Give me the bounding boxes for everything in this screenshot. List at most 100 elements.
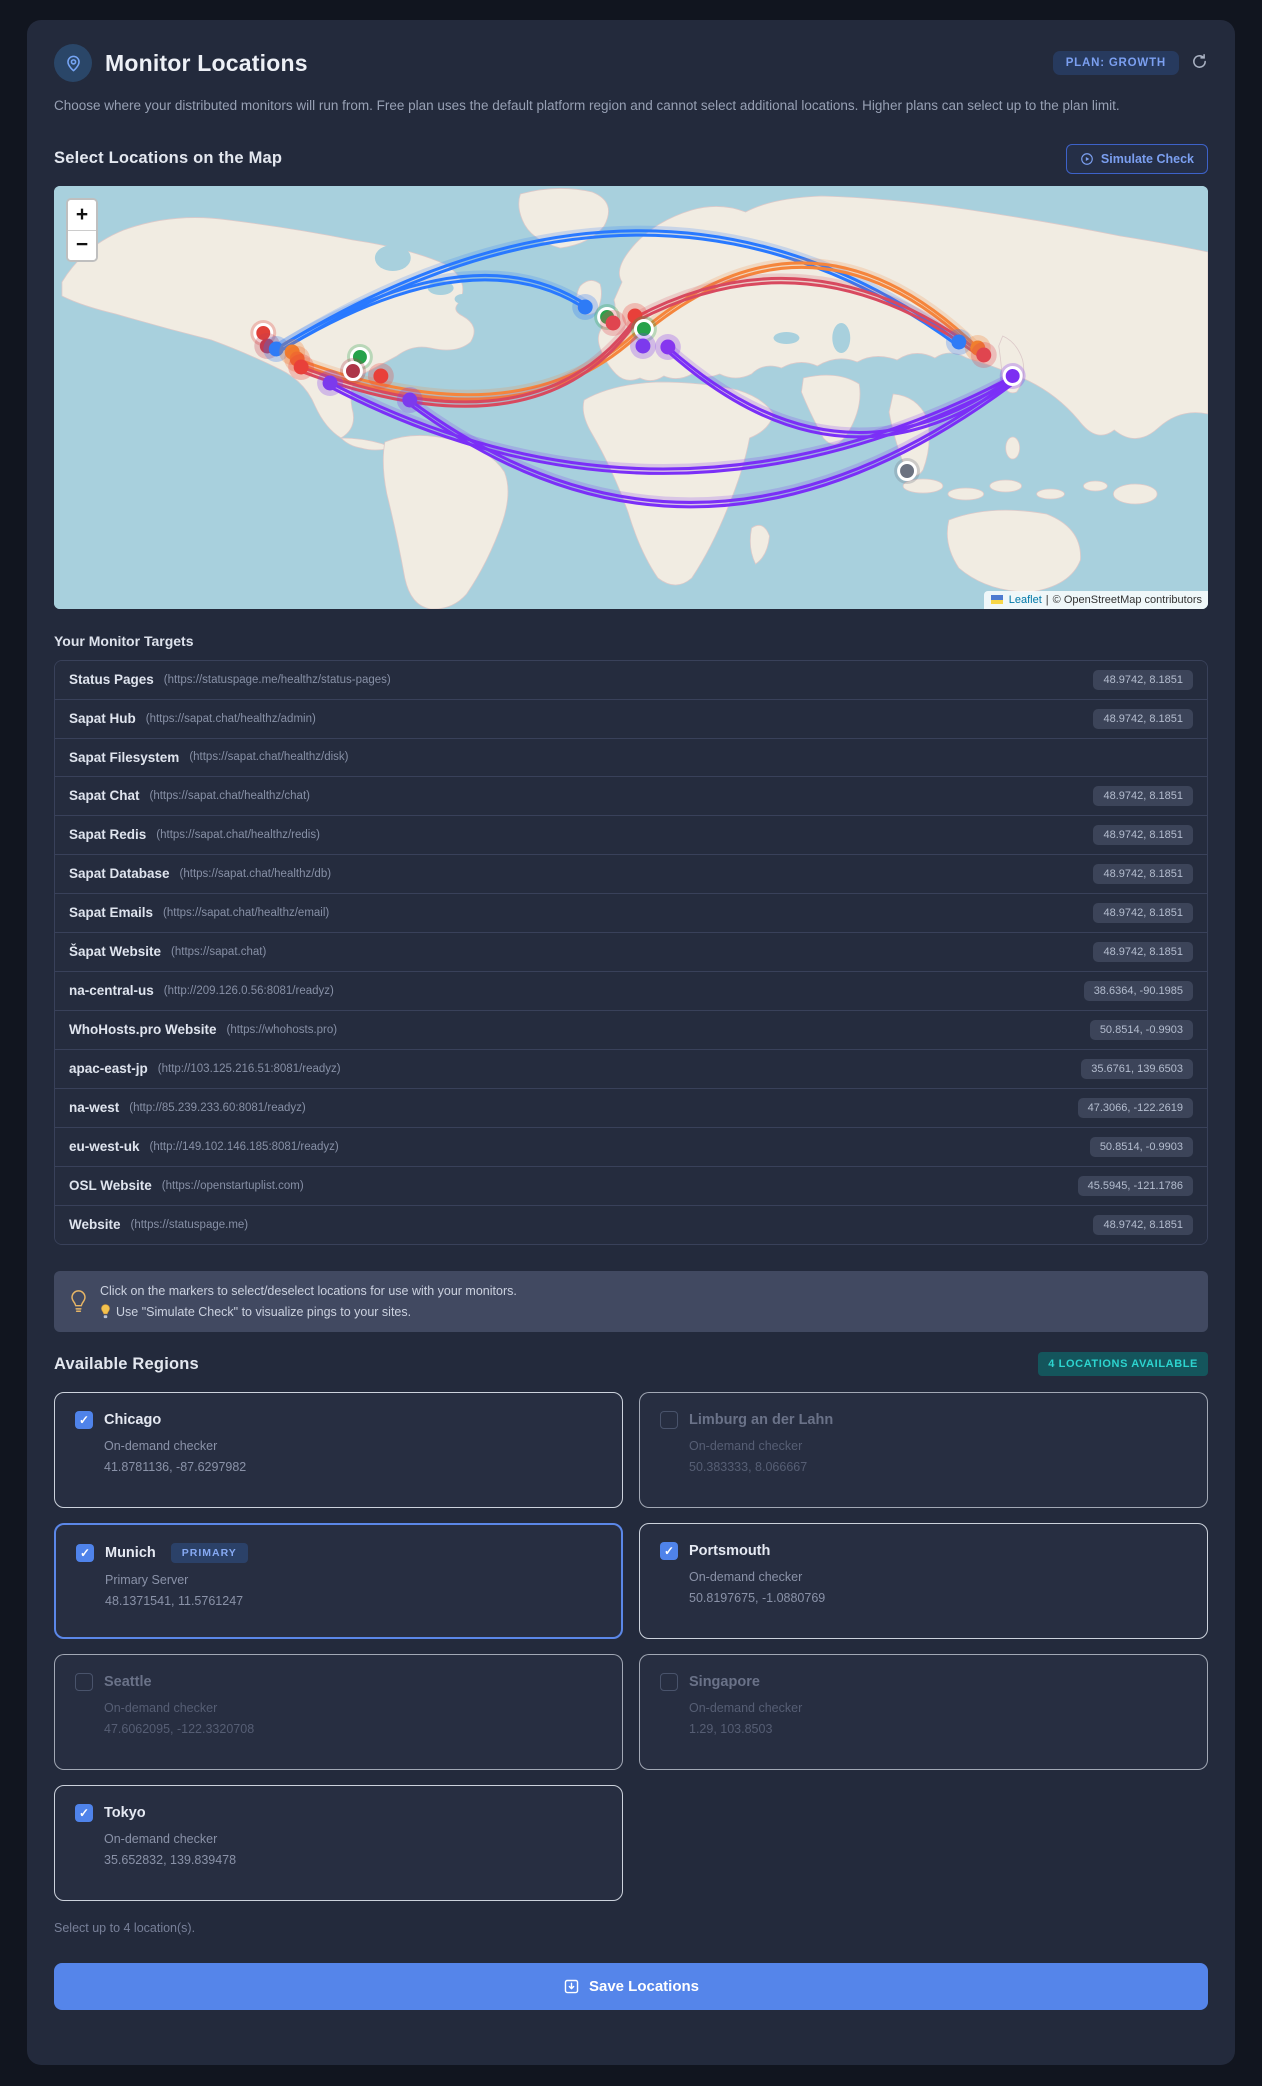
monitor-locations-panel: Monitor Locations PLAN: GROWTH Choose wh… [27, 20, 1235, 2066]
eu-purple-marker-1[interactable] [635, 338, 651, 354]
target-url: (http://103.125.216.51:8081/readyz) [157, 1062, 341, 1075]
region-name: Portsmouth [689, 1543, 771, 1560]
target-name: Sapat Hub [69, 711, 136, 727]
zoom-out-button[interactable]: − [68, 229, 96, 260]
simulate-check-button[interactable]: Simulate Check [1065, 143, 1208, 174]
region-name: Limburg an der Lahn [689, 1412, 834, 1429]
target-row: Status Pages (https://statuspage.me/heal… [55, 660, 1207, 699]
region-coords: 48.1371541, 11.5761247 [105, 1594, 244, 1609]
monitor-targets-list: Status Pages (https://statuspage.me/heal… [54, 659, 1208, 1245]
target-coords-badge: 45.5945, -121.1786 [1077, 1175, 1193, 1196]
portsmouth-red-marker[interactable] [605, 315, 621, 331]
region-card[interactable]: Munich PRIMARY Primary Server 48.1371541… [54, 1523, 623, 1640]
na-central-darkred-marker[interactable] [342, 360, 363, 381]
osm-attribution[interactable]: © OpenStreetMap contributors [1053, 594, 1202, 606]
target-url: (http://149.102.146.185:8081/readyz) [149, 1140, 339, 1153]
target-name: OSL Website [69, 1178, 152, 1194]
tokyo-purple-marker[interactable] [1002, 365, 1023, 386]
refresh-button[interactable] [1191, 53, 1208, 73]
singapore-gray-marker[interactable] [897, 460, 918, 481]
map-section-title: Select Locations on the Map [54, 149, 283, 168]
simulate-check-label: Simulate Check [1100, 151, 1194, 166]
map-canvas[interactable] [54, 185, 1208, 609]
target-url: (https://whohosts.pro) [226, 1023, 338, 1036]
attribution-divider: | [1045, 593, 1049, 606]
target-row: Sapat Emails (https://sapat.chat/healthz… [55, 892, 1207, 932]
region-checkbox[interactable] [660, 1542, 678, 1561]
region-subtitle: Primary Server [105, 1573, 189, 1588]
target-name: na-central-us [69, 983, 154, 999]
target-url: (http://85.239.233.60:8081/readyz) [129, 1101, 306, 1114]
eu-purple-marker-2[interactable] [660, 339, 676, 355]
region-card[interactable]: Limburg an der Lahn On-demand checker 50… [639, 1392, 1208, 1509]
plan-badge: PLAN: GROWTH [1052, 51, 1179, 75]
region-checkbox[interactable] [76, 1544, 94, 1563]
tip-line-1: Click on the markers to select/deselect … [100, 1283, 517, 1298]
region-checkbox[interactable] [75, 1804, 93, 1823]
region-subtitle: On-demand checker [104, 1832, 218, 1847]
target-url: (http://209.126.0.56:8081/readyz) [163, 984, 334, 997]
region-checkbox[interactable] [75, 1411, 93, 1430]
asia-blue-marker[interactable] [951, 334, 967, 350]
region-checkbox[interactable] [75, 1673, 93, 1692]
save-locations-button[interactable]: Save Locations [54, 1963, 1208, 2011]
region-checkbox[interactable] [660, 1411, 678, 1430]
target-row: eu-west-uk (http://149.102.146.185:8081/… [55, 1126, 1207, 1166]
target-name: Sapat Database [69, 866, 170, 882]
us-red-marker-2[interactable] [373, 368, 389, 384]
target-row: na-central-us (http://209.126.0.56:8081/… [55, 970, 1207, 1010]
target-url: (https://sapat.chat) [171, 945, 267, 958]
region-name: Chicago [104, 1412, 162, 1429]
target-url: (https://sapat.chat/healthz/chat) [149, 789, 310, 802]
lightbulb-icon [70, 1289, 87, 1314]
region-subtitle: On-demand checker [104, 1701, 218, 1716]
us-purple-marker-2[interactable] [402, 392, 418, 408]
target-row: Šapat Website (https://sapat.chat) 48.97… [55, 931, 1207, 971]
region-card[interactable]: Seattle On-demand checker 47.6062095, -1… [54, 1654, 623, 1771]
region-subtitle: On-demand checker [689, 1570, 803, 1585]
target-url: (https://sapat.chat/healthz/admin) [145, 712, 316, 725]
us-red-marker[interactable] [293, 359, 309, 375]
target-row: Sapat Chat (https://sapat.chat/healthz/c… [55, 775, 1207, 815]
region-checkbox[interactable] [660, 1673, 678, 1692]
target-coords-badge: 38.6364, -90.1985 [1083, 980, 1193, 1001]
tip-box: Click on the markers to select/deselect … [54, 1270, 1208, 1333]
region-card[interactable]: Singapore On-demand checker 1.29, 103.85… [639, 1654, 1208, 1771]
asia-red-marker[interactable] [976, 347, 992, 363]
target-name: Sapat Filesystem [69, 749, 180, 765]
world-map[interactable]: + − Leaflet | © OpenStreetMap contributo… [54, 185, 1208, 609]
zoom-in-button[interactable]: + [68, 199, 96, 230]
target-coords-badge: 48.9742, 8.1851 [1093, 824, 1193, 845]
target-url: (https://statuspage.me) [130, 1218, 249, 1231]
region-card[interactable]: Tokyo On-demand checker 35.652832, 139.8… [54, 1785, 623, 1902]
region-coords: 35.652832, 139.839478 [104, 1853, 237, 1868]
map-zoom-control: + − [66, 197, 98, 262]
target-row: Sapat Database (https://sapat.chat/healt… [55, 853, 1207, 893]
locations-available-badge: 4 LOCATIONS AVAILABLE [1038, 1352, 1208, 1377]
target-coords-badge: 48.9742, 8.1851 [1093, 941, 1193, 962]
play-circle-icon [1080, 152, 1094, 166]
target-coords-badge: 48.9742, 8.1851 [1093, 785, 1193, 806]
region-card[interactable]: Portsmouth On-demand checker 50.8197675,… [639, 1523, 1208, 1640]
map-section-header: Select Locations on the Map Simulate Che… [54, 143, 1208, 174]
target-coords-badge: 48.9742, 8.1851 [1093, 669, 1193, 690]
save-locations-label: Save Locations [588, 1978, 700, 1996]
target-url: (https://openstartuplist.com) [161, 1179, 304, 1192]
target-url: (https://sapat.chat/healthz/disk) [189, 751, 349, 764]
target-coords-badge: 48.9742, 8.1851 [1093, 902, 1193, 923]
region-coords: 41.8781136, -87.6297982 [104, 1460, 247, 1475]
target-name: eu-west-uk [69, 1139, 140, 1155]
region-coords: 1.29, 103.8503 [689, 1722, 773, 1737]
uk-blue-marker[interactable] [577, 299, 593, 315]
refresh-icon [1191, 53, 1208, 73]
lightbulb-emoji-icon [100, 1304, 111, 1319]
page-title: Monitor Locations [105, 49, 308, 76]
target-name: Šapat Website [69, 944, 162, 960]
target-name: apac-east-jp [69, 1061, 148, 1077]
region-subtitle: On-demand checker [104, 1439, 218, 1454]
leaflet-link[interactable]: Leaflet [1009, 594, 1042, 606]
region-name: Munich [105, 1545, 156, 1562]
target-row: Website (https://statuspage.me) 48.9742,… [55, 1204, 1207, 1244]
region-card[interactable]: Chicago On-demand checker 41.8781136, -8… [54, 1392, 623, 1509]
us-purple-marker-1[interactable] [322, 375, 338, 391]
